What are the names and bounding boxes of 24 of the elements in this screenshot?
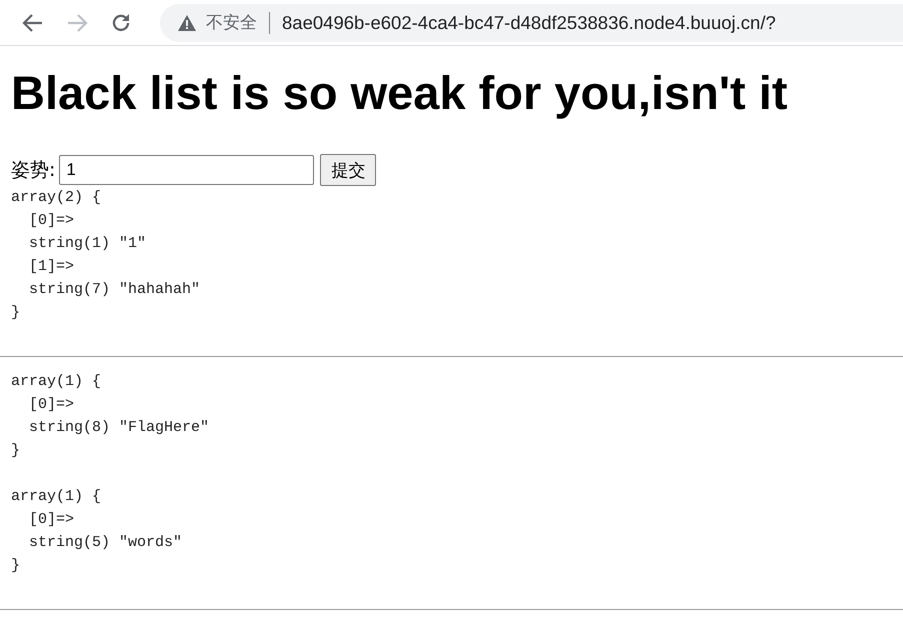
input-field[interactable]: 1	[59, 155, 314, 185]
dump-line: array(2) {	[11, 189, 102, 206]
dump-line: string(1) "1"	[28, 235, 146, 252]
warning-icon	[178, 14, 196, 30]
dump-line: array(1) {	[11, 488, 102, 505]
dump-line: [0]=>	[28, 396, 74, 413]
dump-line: }	[11, 442, 20, 459]
dump-line: string(8) "FlagHere"	[28, 419, 210, 436]
page-heading: Black list is so weak for you,isn't it	[11, 66, 788, 120]
submit-button[interactable]: 提交	[320, 154, 376, 186]
security-label: 不安全	[206, 12, 257, 34]
dump-line: [0]=>	[28, 511, 74, 528]
dump-line: string(7) "hahahah"	[28, 281, 200, 298]
dump-line: [0]=>	[28, 212, 74, 229]
back-icon[interactable]	[22, 12, 44, 32]
dump-line: array(1) {	[11, 373, 102, 390]
url-text: 8ae0496b-e602-4ca4-bc47-d48df2538836.node4.buuoj.cn/?	[282, 12, 776, 34]
address-bar[interactable]: 不安全 8ae0496b-e602-4ca4-bc47-d48df2538836.node4.buuoj.cn/?	[160, 4, 903, 42]
dump-line: }	[11, 557, 20, 574]
reload-icon[interactable]	[110, 12, 132, 34]
dump-line: string(5) "words"	[28, 534, 182, 551]
dump-line: [1]=>	[28, 258, 74, 275]
field-label: 姿势:	[11, 158, 56, 183]
dump-line: }	[11, 304, 20, 321]
